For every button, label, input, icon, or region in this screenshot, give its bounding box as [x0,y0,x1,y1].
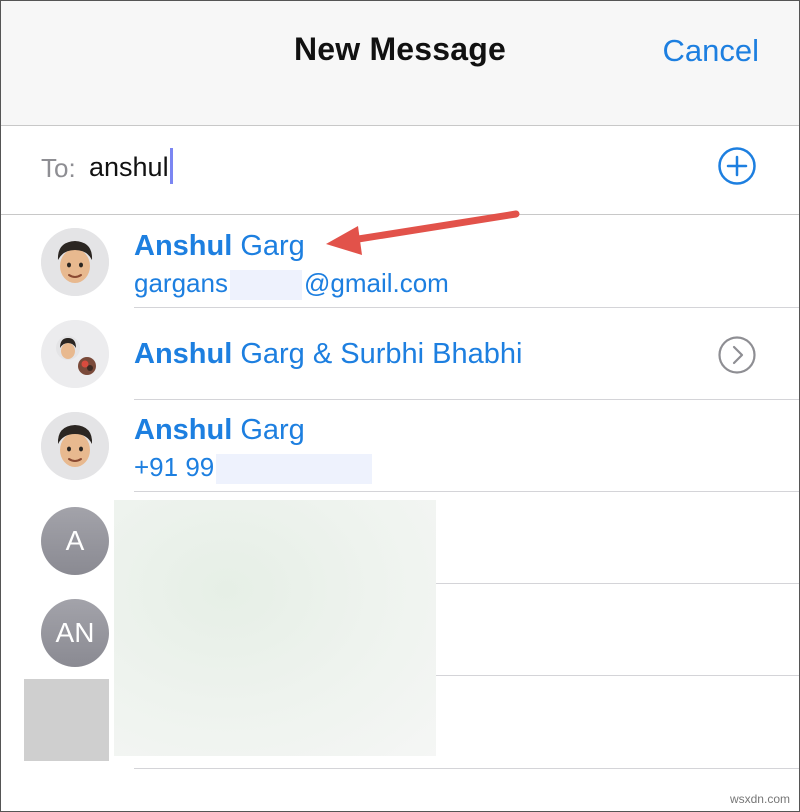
watermark-text: wsxdn.com [729,792,790,806]
contact-detail: gargans @gmail.com [134,268,449,301]
redacted-area [114,500,436,756]
initials-avatar: AN [41,599,109,667]
group-name: Anshul Garg & Surbhi Bhabhi [134,338,523,370]
initials-avatar: A [41,507,109,575]
contact-detail: +91 99 [134,452,374,485]
plus-circle-icon[interactable] [717,146,757,186]
text-cursor [170,148,173,184]
chevron-right-circle-icon[interactable] [717,335,757,375]
recipient-input[interactable] [89,150,669,184]
group-suggestion[interactable]: Anshul Garg & Surbhi Bhabhi [1,308,799,400]
group-avatar [41,320,109,388]
memoji-avatar [41,412,109,480]
redacted-area [229,270,302,301]
row-separator [134,768,799,769]
contact-suggestion[interactable]: Anshul Garg +91 99 [1,400,799,492]
recipient-row: To: [1,126,799,215]
redacted-avatar [24,679,109,761]
cancel-button[interactable]: Cancel [663,33,760,69]
redacted-area [216,454,373,485]
navigation-bar: New Message Cancel [1,1,799,126]
contact-name: Anshul Garg [134,230,305,262]
contact-suggestion[interactable]: Anshul Garg gargans @gmail.com [1,216,799,308]
contact-name: Anshul Garg [134,414,305,446]
memoji-avatar [41,228,109,296]
to-label: To: [41,153,76,183]
